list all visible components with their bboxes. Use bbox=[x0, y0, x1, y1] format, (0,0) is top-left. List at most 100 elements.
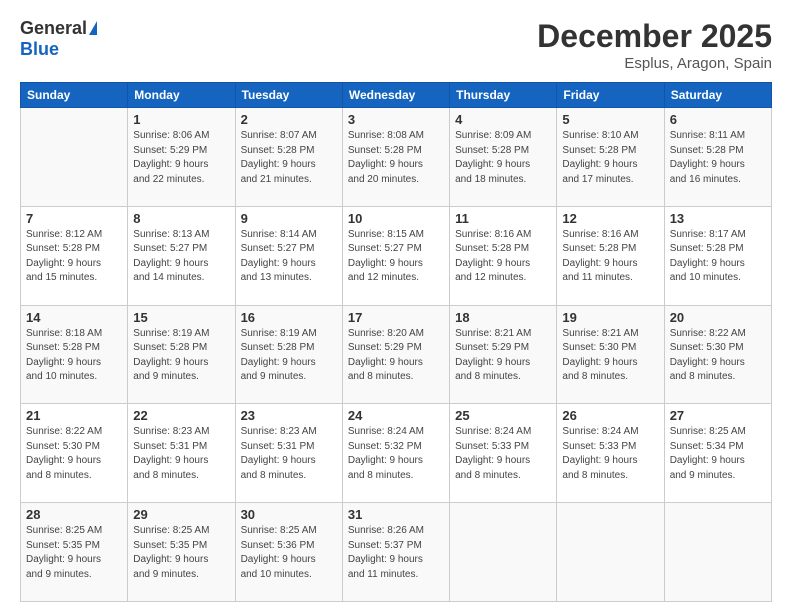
day-number: 21 bbox=[26, 408, 122, 423]
calendar-cell: 21 Sunrise: 8:22 AMSunset: 5:30 PMDayligh… bbox=[21, 404, 128, 503]
day-info: Sunrise: 8:06 AMSunset: 5:29 PMDaylight:… bbox=[133, 129, 229, 187]
day-info: Sunrise: 8:24 AMSunset: 5:32 PMDaylight:… bbox=[348, 425, 444, 483]
calendar-cell: 8 Sunrise: 8:13 AMSunset: 5:27 PMDaylight… bbox=[128, 206, 235, 305]
day-number: 25 bbox=[455, 408, 551, 423]
logo: General Blue bbox=[20, 18, 97, 60]
main-title: December 2025 bbox=[537, 18, 772, 55]
calendar-cell: 4Sunrise: 8:09 AMSunset: 5:28 PMDaylight… bbox=[450, 108, 557, 207]
page: General Blue December 2025 Esplus, Arago… bbox=[0, 0, 792, 612]
header-row: SundayMondayTuesdayWednesdayThursdayFrid… bbox=[21, 83, 772, 108]
subtitle: Esplus, Aragon, Spain bbox=[537, 55, 772, 72]
week-row-3: 14 Sunrise: 8:18 AMSunset: 5:28 PMDayligh… bbox=[21, 305, 772, 404]
calendar-cell: 10 Sunrise: 8:15 AMSunset: 5:27 PMDayligh… bbox=[342, 206, 449, 305]
week-row-1: 1 Sunrise: 8:06 AMSunset: 5:29 PMDaylight… bbox=[21, 108, 772, 207]
calendar-cell: 31Sunrise: 8:26 AMSunset: 5:37 PMDayligh… bbox=[342, 503, 449, 602]
col-header-friday: Friday bbox=[557, 83, 664, 108]
day-number: 10 bbox=[348, 211, 444, 226]
day-number: 5 bbox=[562, 112, 658, 127]
day-info: Sunrise: 8:22 AMSunset: 5:30 PMDaylight:… bbox=[26, 425, 122, 483]
logo-general-text: General bbox=[20, 18, 87, 39]
calendar-cell: 14 Sunrise: 8:18 AMSunset: 5:28 PMDayligh… bbox=[21, 305, 128, 404]
day-info: Sunrise: 8:23 AMSunset: 5:31 PMDaylight:… bbox=[133, 425, 229, 483]
day-number: 30 bbox=[241, 507, 337, 522]
day-number: 29 bbox=[133, 507, 229, 522]
day-info: Sunrise: 8:17 AMSunset: 5:28 PMDaylight:… bbox=[670, 228, 766, 286]
day-info: Sunrise: 8:25 AMSunset: 5:35 PMDaylight:… bbox=[133, 524, 229, 582]
day-info: Sunrise: 8:25 AMSunset: 5:36 PMDaylight:… bbox=[241, 524, 337, 582]
col-header-sunday: Sunday bbox=[21, 83, 128, 108]
day-info: Sunrise: 8:25 AMSunset: 5:34 PMDaylight:… bbox=[670, 425, 766, 483]
day-info: Sunrise: 8:19 AMSunset: 5:28 PMDaylight:… bbox=[133, 327, 229, 385]
day-info: Sunrise: 8:25 AMSunset: 5:35 PMDaylight:… bbox=[26, 524, 122, 582]
calendar-cell: 9 Sunrise: 8:14 AMSunset: 5:27 PMDaylight… bbox=[235, 206, 342, 305]
day-number: 13 bbox=[670, 211, 766, 226]
day-info: Sunrise: 8:15 AMSunset: 5:27 PMDaylight:… bbox=[348, 228, 444, 286]
day-info: Sunrise: 8:16 AMSunset: 5:28 PMDaylight:… bbox=[562, 228, 658, 286]
week-row-2: 7Sunrise: 8:12 AMSunset: 5:28 PMDaylight… bbox=[21, 206, 772, 305]
day-info: Sunrise: 8:09 AMSunset: 5:28 PMDaylight:… bbox=[455, 129, 551, 187]
day-info: Sunrise: 8:10 AMSunset: 5:28 PMDaylight:… bbox=[562, 129, 658, 187]
day-info: Sunrise: 8:22 AMSunset: 5:30 PMDaylight:… bbox=[670, 327, 766, 385]
day-number: 9 bbox=[241, 211, 337, 226]
day-number: 18 bbox=[455, 310, 551, 325]
day-info: Sunrise: 8:14 AMSunset: 5:27 PMDaylight:… bbox=[241, 228, 337, 286]
calendar-cell: 12 Sunrise: 8:16 AMSunset: 5:28 PMDayligh… bbox=[557, 206, 664, 305]
day-number: 17 bbox=[348, 310, 444, 325]
col-header-monday: Monday bbox=[128, 83, 235, 108]
day-info: Sunrise: 8:13 AMSunset: 5:27 PMDaylight:… bbox=[133, 228, 229, 286]
logo-triangle-icon bbox=[89, 21, 97, 35]
calendar-cell: 24Sunrise: 8:24 AMSunset: 5:32 PMDayligh… bbox=[342, 404, 449, 503]
day-info: Sunrise: 8:11 AMSunset: 5:28 PMDaylight:… bbox=[670, 129, 766, 187]
col-header-thursday: Thursday bbox=[450, 83, 557, 108]
calendar-cell: 22Sunrise: 8:23 AMSunset: 5:31 PMDayligh… bbox=[128, 404, 235, 503]
day-number: 2 bbox=[241, 112, 337, 127]
day-info: Sunrise: 8:20 AMSunset: 5:29 PMDaylight:… bbox=[348, 327, 444, 385]
calendar-cell: 26 Sunrise: 8:24 AMSunset: 5:33 PMDayligh… bbox=[557, 404, 664, 503]
calendar-cell: 29 Sunrise: 8:25 AMSunset: 5:35 PMDayligh… bbox=[128, 503, 235, 602]
day-info: Sunrise: 8:26 AMSunset: 5:37 PMDaylight:… bbox=[348, 524, 444, 582]
day-number: 26 bbox=[562, 408, 658, 423]
calendar-cell: 3Sunrise: 8:08 AMSunset: 5:28 PMDaylight… bbox=[342, 108, 449, 207]
col-header-wednesday: Wednesday bbox=[342, 83, 449, 108]
calendar-cell: 16Sunrise: 8:19 AMSunset: 5:28 PMDayligh… bbox=[235, 305, 342, 404]
day-info: Sunrise: 8:18 AMSunset: 5:28 PMDaylight:… bbox=[26, 327, 122, 385]
week-row-5: 28 Sunrise: 8:25 AMSunset: 5:35 PMDayligh… bbox=[21, 503, 772, 602]
calendar-cell: 2 Sunrise: 8:07 AMSunset: 5:28 PMDaylight… bbox=[235, 108, 342, 207]
calendar-cell: 5 Sunrise: 8:10 AMSunset: 5:28 PMDaylight… bbox=[557, 108, 664, 207]
day-number: 23 bbox=[241, 408, 337, 423]
calendar-cell: 19 Sunrise: 8:21 AMSunset: 5:30 PMDayligh… bbox=[557, 305, 664, 404]
calendar-body: 1 Sunrise: 8:06 AMSunset: 5:29 PMDaylight… bbox=[21, 108, 772, 602]
day-number: 27 bbox=[670, 408, 766, 423]
calendar-cell: 20Sunrise: 8:22 AMSunset: 5:30 PMDayligh… bbox=[664, 305, 771, 404]
calendar-cell: 13 Sunrise: 8:17 AMSunset: 5:28 PMDayligh… bbox=[664, 206, 771, 305]
col-header-tuesday: Tuesday bbox=[235, 83, 342, 108]
calendar-cell: 7Sunrise: 8:12 AMSunset: 5:28 PMDaylight… bbox=[21, 206, 128, 305]
calendar-header: SundayMondayTuesdayWednesdayThursdayFrid… bbox=[21, 83, 772, 108]
day-number: 14 bbox=[26, 310, 122, 325]
day-number: 12 bbox=[562, 211, 658, 226]
day-number: 8 bbox=[133, 211, 229, 226]
calendar-cell: 6Sunrise: 8:11 AMSunset: 5:28 PMDaylight… bbox=[664, 108, 771, 207]
day-info: Sunrise: 8:08 AMSunset: 5:28 PMDaylight:… bbox=[348, 129, 444, 187]
day-info: Sunrise: 8:19 AMSunset: 5:28 PMDaylight:… bbox=[241, 327, 337, 385]
day-number: 11 bbox=[455, 211, 551, 226]
col-header-saturday: Saturday bbox=[664, 83, 771, 108]
calendar-cell: 1 Sunrise: 8:06 AMSunset: 5:29 PMDaylight… bbox=[128, 108, 235, 207]
calendar-cell: 28 Sunrise: 8:25 AMSunset: 5:35 PMDayligh… bbox=[21, 503, 128, 602]
title-block: December 2025 Esplus, Aragon, Spain bbox=[537, 18, 772, 72]
day-number: 28 bbox=[26, 507, 122, 522]
calendar-cell: 15 Sunrise: 8:19 AMSunset: 5:28 PMDayligh… bbox=[128, 305, 235, 404]
header: General Blue December 2025 Esplus, Arago… bbox=[20, 18, 772, 72]
day-info: Sunrise: 8:07 AMSunset: 5:28 PMDaylight:… bbox=[241, 129, 337, 187]
day-info: Sunrise: 8:24 AMSunset: 5:33 PMDaylight:… bbox=[562, 425, 658, 483]
calendar-cell bbox=[21, 108, 128, 207]
day-number: 15 bbox=[133, 310, 229, 325]
calendar-cell: 17 Sunrise: 8:20 AMSunset: 5:29 PMDayligh… bbox=[342, 305, 449, 404]
calendar-cell bbox=[664, 503, 771, 602]
day-info: Sunrise: 8:21 AMSunset: 5:30 PMDaylight:… bbox=[562, 327, 658, 385]
calendar-cell bbox=[450, 503, 557, 602]
calendar-cell bbox=[557, 503, 664, 602]
day-number: 1 bbox=[133, 112, 229, 127]
calendar-cell: 25Sunrise: 8:24 AMSunset: 5:33 PMDayligh… bbox=[450, 404, 557, 503]
day-number: 19 bbox=[562, 310, 658, 325]
